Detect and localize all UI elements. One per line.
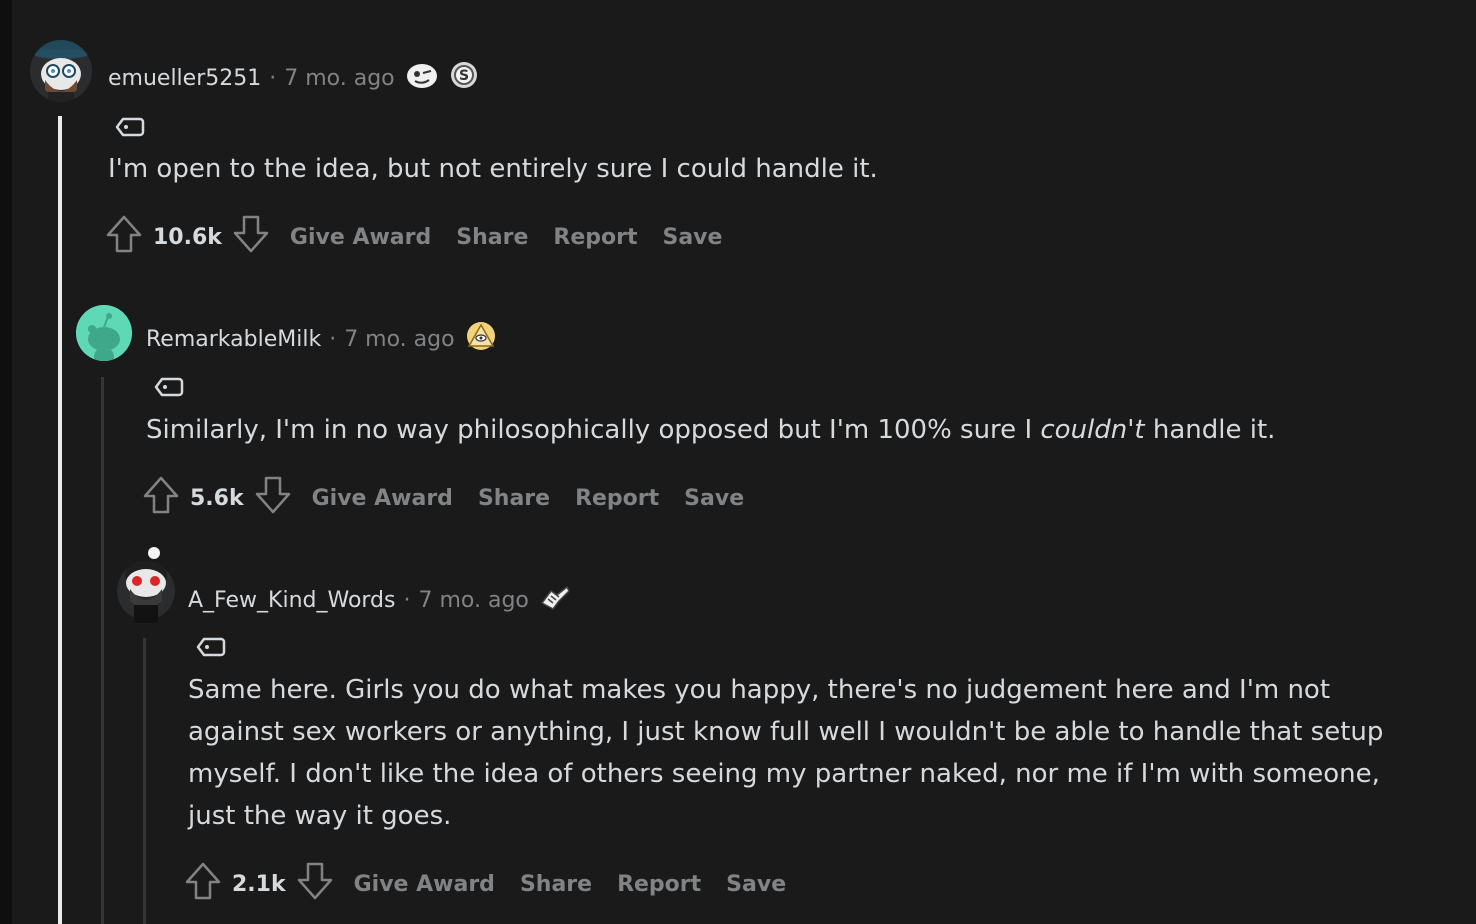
- downvote-arrow-icon[interactable]: [296, 861, 334, 907]
- vote-score: 10.6k: [153, 224, 222, 250]
- comment-header: RemarkableMilk · 7 mo. ago: [146, 320, 497, 358]
- silver-award-icon[interactable]: S: [449, 60, 479, 96]
- report-button[interactable]: Report: [617, 872, 701, 897]
- avatar-snoo-beanie-icon: [117, 547, 175, 623]
- body-line: myself. I don't like the idea of others …: [188, 759, 1380, 789]
- username[interactable]: emueller5251: [108, 66, 261, 91]
- separator: ·: [269, 65, 277, 91]
- comment-body: Same here. Girls you do what makes you h…: [188, 669, 1448, 837]
- share-button[interactable]: Share: [478, 486, 550, 511]
- avatar[interactable]: [76, 305, 132, 361]
- all-seeing-upvote-award-icon[interactable]: [465, 320, 497, 358]
- username[interactable]: A_Few_Kind_Words: [188, 588, 396, 613]
- flair-tag-icon[interactable]: [115, 116, 145, 142]
- flair-tag-icon[interactable]: [196, 636, 226, 662]
- body-line: against sex workers or anything, I just …: [188, 717, 1384, 747]
- share-button[interactable]: Share: [520, 872, 592, 897]
- handshake-award-icon[interactable]: [539, 581, 571, 619]
- upvote-arrow-icon[interactable]: [142, 475, 180, 521]
- comment-actions: 5.6k Give Award Share Report Save: [142, 475, 769, 521]
- thread-line-2[interactable]: [101, 377, 104, 924]
- vote-score: 2.1k: [232, 871, 286, 897]
- flair-tag-icon[interactable]: [154, 376, 184, 402]
- vote-score: 5.6k: [190, 485, 244, 511]
- timestamp[interactable]: 7 mo. ago: [419, 588, 529, 613]
- upvote-arrow-icon[interactable]: [184, 861, 222, 907]
- comment-actions: 2.1k Give Award Share Report Save: [184, 861, 811, 907]
- share-button[interactable]: Share: [456, 225, 528, 250]
- save-button[interactable]: Save: [662, 225, 722, 250]
- timestamp[interactable]: 7 mo. ago: [344, 327, 454, 352]
- body-line: Same here. Girls you do what makes you h…: [188, 675, 1331, 705]
- separator: ·: [329, 326, 337, 352]
- svg-text:S: S: [459, 68, 469, 84]
- timestamp[interactable]: 7 mo. ago: [284, 66, 394, 91]
- comment-body: I'm open to the idea, but not entirely s…: [108, 154, 878, 184]
- thread-line-3[interactable]: [143, 638, 146, 924]
- report-button[interactable]: Report: [575, 486, 659, 511]
- body-text: handle it.: [1144, 415, 1276, 445]
- save-button[interactable]: Save: [684, 486, 744, 511]
- comment-body: Similarly, I'm in no way philosophically…: [146, 409, 1275, 451]
- left-edge: [0, 0, 12, 924]
- give-award-button[interactable]: Give Award: [354, 872, 495, 897]
- avatar[interactable]: [30, 40, 92, 102]
- username[interactable]: RemarkableMilk: [146, 327, 321, 352]
- avatar-snoo-hat-icon: [30, 40, 92, 102]
- body-text: Similarly, I'm in no way philosophically…: [146, 415, 1041, 445]
- avatar[interactable]: [116, 545, 176, 623]
- award-icon[interactable]: [405, 60, 439, 96]
- comment-header: A_Few_Kind_Words · 7 mo. ago: [188, 581, 571, 619]
- give-award-button[interactable]: Give Award: [312, 486, 453, 511]
- comment-actions: 10.6k Give Award Share Report Save: [105, 214, 747, 260]
- upvote-arrow-icon[interactable]: [105, 214, 143, 260]
- downvote-arrow-icon[interactable]: [254, 475, 292, 521]
- avatar-snoo-icon: [76, 305, 132, 361]
- comment-header: emueller5251 · 7 mo. ago S: [108, 60, 479, 96]
- body-line: just the way it goes.: [188, 801, 452, 831]
- separator: ·: [403, 587, 411, 613]
- thread-line-1[interactable]: [58, 116, 62, 924]
- report-button[interactable]: Report: [553, 225, 637, 250]
- body-emphasis: couldn't: [1040, 415, 1145, 445]
- give-award-button[interactable]: Give Award: [290, 225, 431, 250]
- downvote-arrow-icon[interactable]: [232, 214, 270, 260]
- save-button[interactable]: Save: [726, 872, 786, 897]
